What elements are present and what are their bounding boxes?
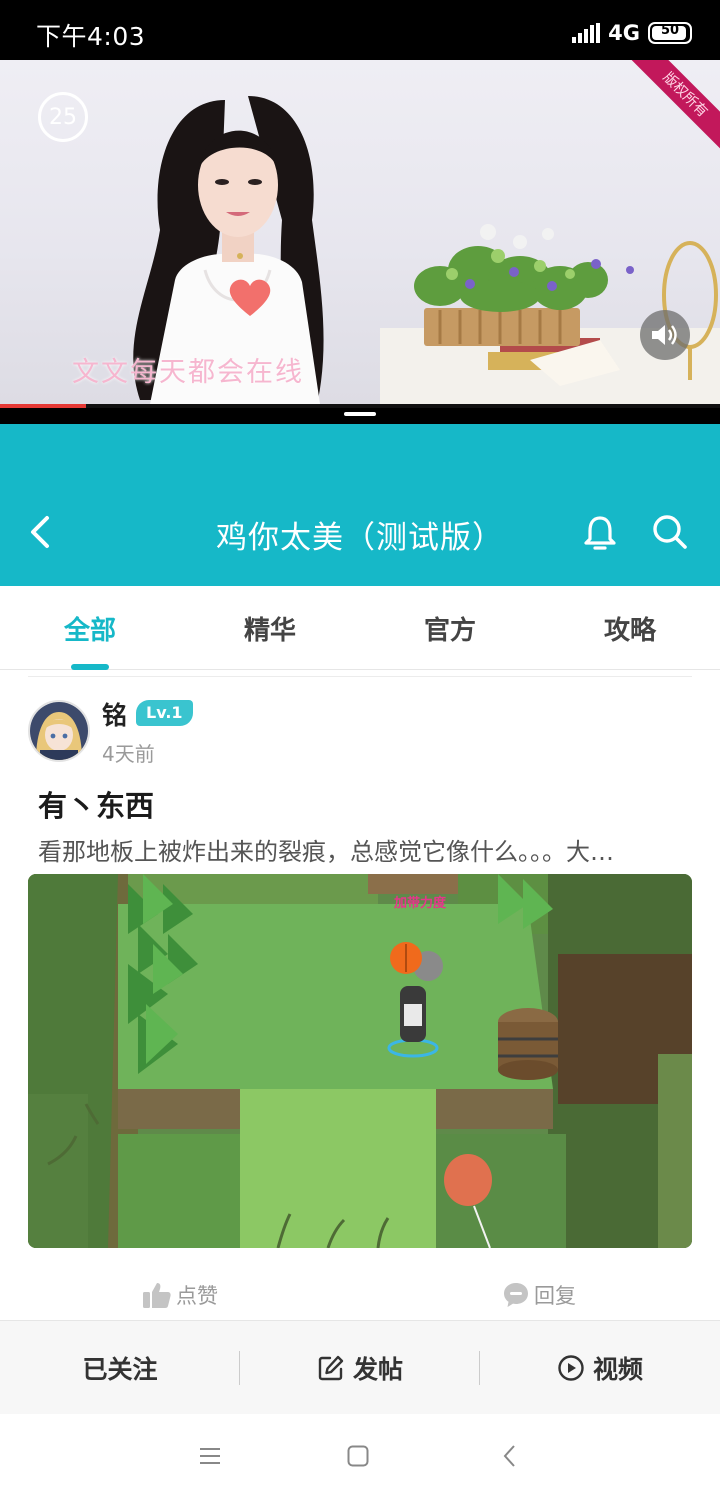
category-tabs: 全部 精华 官方 攻略 bbox=[0, 586, 720, 670]
battery-level: 50 bbox=[660, 23, 680, 38]
comment-icon bbox=[504, 1283, 528, 1307]
post-image[interactable]: 加带力度 bbox=[28, 874, 692, 1248]
back-chevron-icon bbox=[503, 1445, 515, 1467]
post-excerpt[interactable]: 看那地板上被炸出来的裂痕，总感觉它像什么。。。大… bbox=[38, 832, 684, 867]
video-player[interactable]: 25 版权所有 文文每天都会在线 bbox=[0, 60, 720, 404]
drag-handle[interactable] bbox=[344, 412, 376, 416]
battery-icon: 50 bbox=[648, 22, 692, 44]
post-time: 4天前 bbox=[102, 742, 155, 766]
bottom-action-bar: 已关注 发帖 视频 bbox=[0, 1320, 720, 1414]
signal-icon bbox=[572, 23, 601, 43]
video-button[interactable]: 视频 bbox=[480, 1321, 720, 1415]
followed-label: 已关注 bbox=[82, 1355, 158, 1384]
image-caption: 加带力度 bbox=[394, 896, 447, 911]
like-button[interactable]: 点赞 bbox=[142, 1278, 218, 1312]
reply-label: 回复 bbox=[534, 1284, 576, 1308]
video-caption: 文文每天都会在线 bbox=[72, 357, 304, 388]
menu-icon bbox=[200, 1448, 220, 1464]
tab-all[interactable]: 全部 bbox=[0, 610, 180, 647]
menu-nav-button[interactable] bbox=[190, 1436, 230, 1476]
play-circle-icon bbox=[558, 1355, 584, 1381]
avatar-image bbox=[30, 702, 88, 760]
tab-active-indicator bbox=[71, 664, 109, 670]
tab-featured[interactable]: 精华 bbox=[180, 610, 360, 647]
ad-countdown: 25 bbox=[38, 92, 88, 142]
bell-icon bbox=[584, 516, 616, 550]
app-header: 鸡你太美（测试版） bbox=[0, 424, 720, 586]
avatar[interactable] bbox=[28, 700, 90, 762]
search-button[interactable] bbox=[650, 512, 690, 552]
thumbs-up-icon bbox=[143, 1283, 171, 1308]
video-progress[interactable] bbox=[0, 404, 720, 408]
system-nav-bar bbox=[0, 1414, 720, 1499]
speaker-icon bbox=[652, 325, 677, 345]
video-label: 视频 bbox=[592, 1355, 643, 1384]
edit-icon bbox=[318, 1355, 344, 1381]
post-author[interactable]: 铭 bbox=[102, 696, 127, 732]
home-square-icon bbox=[347, 1445, 369, 1467]
divider bbox=[28, 676, 692, 677]
reply-button[interactable]: 回复 bbox=[502, 1278, 576, 1312]
tab-official[interactable]: 官方 bbox=[360, 610, 540, 647]
game-screenshot bbox=[28, 874, 692, 1248]
status-icons: 4G 50 bbox=[572, 18, 692, 48]
search-icon bbox=[653, 515, 687, 549]
notification-button[interactable] bbox=[580, 512, 620, 552]
back-nav-button[interactable] bbox=[490, 1436, 530, 1476]
volume-button[interactable] bbox=[640, 310, 690, 360]
status-bar: 下午4:03 4G 50 bbox=[0, 0, 720, 60]
new-post-button[interactable]: 发帖 bbox=[240, 1321, 480, 1415]
network-type: 4G bbox=[608, 21, 640, 45]
tab-guides[interactable]: 攻略 bbox=[540, 610, 720, 647]
new-post-label: 发帖 bbox=[352, 1355, 403, 1384]
home-nav-button[interactable] bbox=[338, 1436, 378, 1476]
video-progress-fill bbox=[0, 404, 87, 408]
status-time: 下午4:03 bbox=[36, 22, 146, 51]
followed-button[interactable]: 已关注 bbox=[0, 1321, 240, 1415]
post-title[interactable]: 有丶东西 bbox=[38, 783, 154, 825]
level-badge: Lv.1 bbox=[136, 700, 193, 726]
like-label: 点赞 bbox=[176, 1284, 218, 1308]
